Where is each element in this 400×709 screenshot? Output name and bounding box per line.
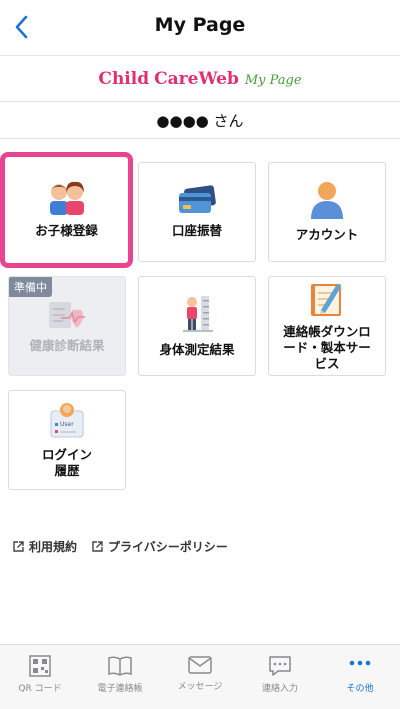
notebook-download-label: 連絡帳ダウンロ ード・製本サー ビス <box>283 324 371 371</box>
tab-label: メッセージ <box>177 682 223 692</box>
open-book-icon <box>108 656 132 676</box>
brand-banner: Child CareWeb My Page <box>0 57 400 102</box>
terms-link-label: 利用規約 <box>29 540 78 554</box>
footer-links: 利用規約 プライバシーポリシー <box>12 538 228 555</box>
health-check-label: 健康診断結果 <box>29 338 105 353</box>
chat-bubble-icon <box>269 656 291 676</box>
tab-label: QR コード <box>18 684 62 694</box>
envelope-icon <box>188 656 212 674</box>
external-link-icon <box>13 541 24 552</box>
privacy-link[interactable]: プライバシーポリシー <box>91 538 228 555</box>
page-title: My Page <box>154 14 246 36</box>
brand-word-3: My Page <box>244 73 302 88</box>
account-transfer-label: 口座振替 <box>171 223 222 238</box>
user-name: ●●●● <box>156 111 209 130</box>
terms-link[interactable]: 利用規約 <box>12 538 77 555</box>
tab-label: その他 <box>346 684 374 694</box>
account-label: アカウント <box>295 227 359 242</box>
tab-notebook[interactable]: 電子連絡帳 <box>80 645 160 709</box>
tab-label: 連絡入力 <box>261 684 298 694</box>
account-card[interactable]: アカウント <box>268 162 386 262</box>
credit-card-icon <box>179 185 216 213</box>
children-registration-label: お子様登録 <box>35 223 98 238</box>
children-registration-card[interactable]: お子様登録 <box>0 152 133 268</box>
tab-other[interactable]: その他 <box>320 645 400 709</box>
preparing-badge: 準備中 <box>9 277 52 297</box>
body-measurement-label: 身体測定結果 <box>159 342 235 357</box>
login-history-card[interactable]: User ログイン 履歴 <box>8 390 126 490</box>
user-honorific: さん <box>208 112 244 130</box>
brand-word-2: CareWeb <box>154 69 239 89</box>
health-record-icon <box>49 302 85 328</box>
user-id-card-icon: User <box>50 403 84 438</box>
height-measurement-icon <box>183 296 213 332</box>
tab-qr-code[interactable]: QR コード <box>0 645 80 709</box>
user-name-row: ●●●● さん <box>0 103 400 139</box>
children-icon <box>49 181 84 215</box>
body-measurement-card[interactable]: 身体測定結果 <box>138 276 256 376</box>
person-icon <box>311 182 343 219</box>
notebook-download-card[interactable]: 連絡帳ダウンロ ード・製本サー ビス <box>268 276 386 376</box>
notebook-pencil-icon <box>311 284 341 316</box>
tab-message[interactable]: メッセージ <box>160 645 240 709</box>
brand-word-1: Child <box>98 69 150 89</box>
privacy-link-label: プライバシーポリシー <box>108 540 228 554</box>
qr-code-icon <box>29 655 51 677</box>
external-link-icon <box>92 541 103 552</box>
health-check-card[interactable]: 準備中 健康診断結果 <box>8 276 126 376</box>
tab-contact-input[interactable]: 連絡入力 <box>240 645 320 709</box>
login-history-icon-text: User <box>60 421 74 428</box>
tab-bar: QR コード 電子連絡帳 メッセージ 連絡入力 その他 <box>0 644 400 709</box>
brand-logo: Child CareWeb My Page <box>98 69 301 89</box>
tab-label: 電子連絡帳 <box>97 684 143 694</box>
account-transfer-card[interactable]: 口座振替 <box>138 162 256 262</box>
more-dots-icon <box>349 660 371 666</box>
nav-bar: My Page <box>0 0 400 56</box>
login-history-label: ログイン 履歴 <box>41 447 92 478</box>
